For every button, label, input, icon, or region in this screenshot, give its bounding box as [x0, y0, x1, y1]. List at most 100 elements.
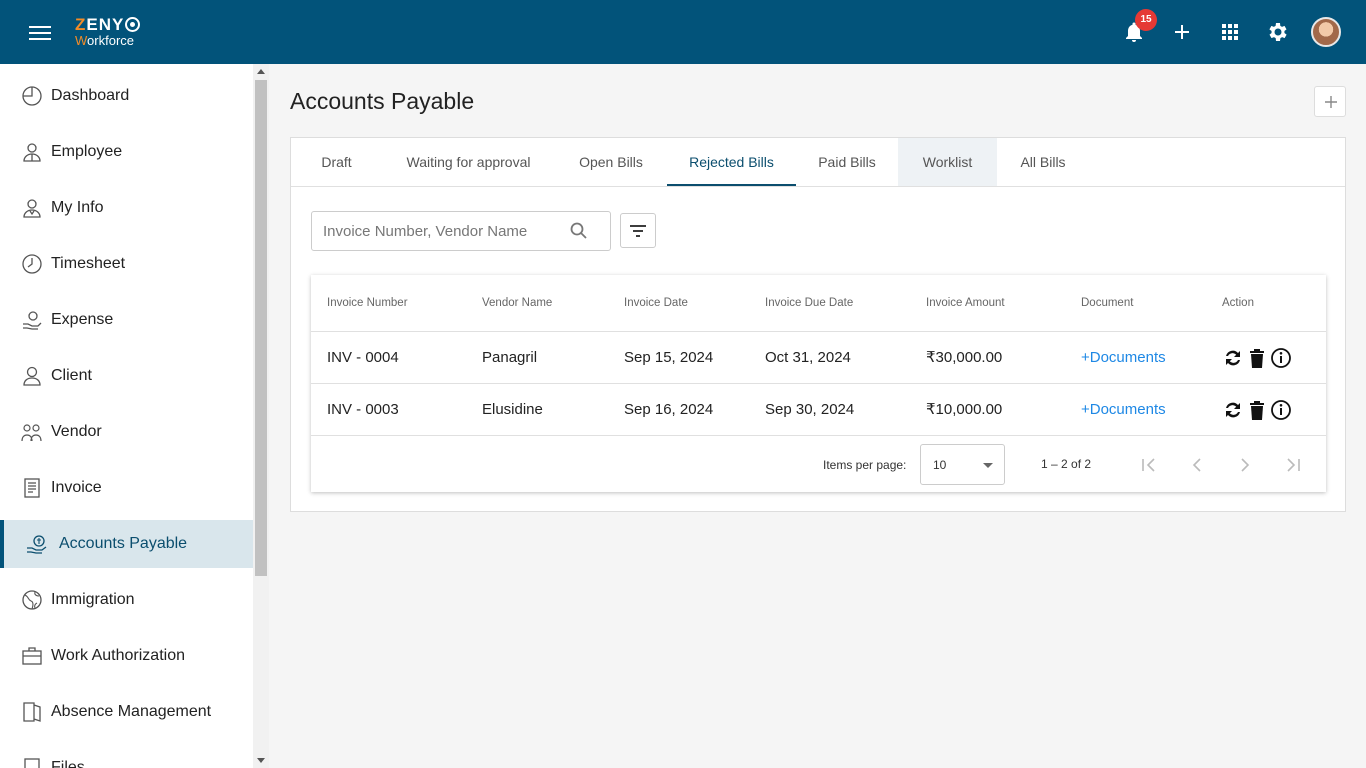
items-per-page-label: Items per page: [823, 458, 907, 472]
sidebar-item-label: Accounts Payable [59, 535, 188, 552]
settings-gear-icon[interactable] [1266, 20, 1290, 44]
user-avatar[interactable] [1311, 17, 1341, 47]
first-page-icon[interactable] [1137, 453, 1161, 477]
sidebar-item-dashboard[interactable]: Dashboard [0, 72, 253, 120]
tab-rejected-bills[interactable]: Rejected Bills [667, 138, 796, 186]
plus-icon[interactable] [1170, 20, 1194, 44]
clock-icon [21, 253, 43, 275]
search-icon[interactable] [569, 221, 589, 246]
notification-badge: 15 [1135, 9, 1157, 31]
last-page-icon[interactable] [1281, 453, 1305, 477]
sidebar-item-label: Absence Management [51, 703, 212, 720]
tab-waiting-for-approval[interactable]: Waiting for approval [382, 138, 555, 186]
page-range-label: 1 – 2 of 2 [1041, 457, 1092, 471]
due-date-cell: Sep 30, 2024 [765, 401, 855, 418]
previous-page-icon[interactable] [1185, 453, 1209, 477]
sidebar-item-label: Immigration [51, 591, 135, 608]
scrollbar-thumb[interactable] [255, 80, 267, 576]
expense-icon [21, 309, 43, 331]
column-header[interactable]: Invoice Amount [926, 275, 1005, 331]
paginator: Items per page: 10 1 – 2 of 2 [311, 435, 1326, 492]
tab-worklist[interactable]: Worklist [898, 138, 997, 186]
invoice-date-cell: Sep 15, 2024 [624, 349, 714, 366]
menu-icon[interactable] [29, 26, 51, 40]
sidebar-item-files[interactable]: Files [0, 744, 253, 768]
resubmit-refresh-icon[interactable] [1222, 399, 1244, 426]
items-per-page-value: 10 [933, 458, 947, 472]
sidebar-scrollbar[interactable] [253, 64, 269, 768]
scroll-down-arrow[interactable] [257, 758, 265, 763]
column-header[interactable]: Invoice Number [327, 275, 408, 331]
invoice-date-cell: Sep 16, 2024 [624, 401, 714, 418]
bills-table: Invoice Number Vendor Name Invoice Date … [311, 275, 1326, 492]
invoice-icon [21, 477, 43, 499]
employee-icon [21, 141, 43, 163]
plus-icon [1325, 96, 1337, 108]
invoice-number-cell: INV - 0004 [327, 349, 399, 366]
documents-link[interactable]: +Documents [1081, 332, 1166, 384]
table-row[interactable]: INV - 0003 Elusidine Sep 16, 2024 Sep 30… [311, 383, 1326, 435]
row-actions [1222, 399, 1294, 421]
vendor-name-cell: Panagril [482, 349, 538, 366]
row-actions [1222, 347, 1294, 369]
accounts-payable-icon [26, 533, 48, 555]
bill-tabs: Draft Waiting for approval Open Bills Re… [291, 138, 1345, 187]
info-icon[interactable] [1270, 399, 1292, 426]
top-app-bar: Z ENY Workforce 15 [0, 0, 1366, 64]
filter-icon [630, 225, 646, 237]
documents-link[interactable]: +Documents [1081, 384, 1166, 436]
info-icon[interactable] [1270, 347, 1292, 374]
sidebar-item-label: Timesheet [51, 255, 126, 272]
tab-open-bills[interactable]: Open Bills [555, 138, 667, 186]
table-row[interactable]: INV - 0004 Panagril Sep 15, 2024 Oct 31,… [311, 331, 1326, 383]
tab-paid-bills[interactable]: Paid Bills [796, 138, 898, 186]
sidebar-item-label: Invoice [51, 479, 102, 496]
sidebar-item-label: Vendor [51, 423, 102, 440]
sidebar-item-vendor[interactable]: Vendor [0, 408, 253, 456]
dashboard-icon [21, 85, 43, 107]
vendor-icon [21, 421, 43, 443]
sidebar-item-work-authorization[interactable]: Work Authorization [0, 632, 253, 680]
search-input[interactable] [312, 212, 562, 250]
sidebar-item-accounts-payable[interactable]: Accounts Payable [0, 520, 253, 568]
scroll-up-arrow[interactable] [257, 69, 265, 74]
sidebar-item-client[interactable]: Client [0, 352, 253, 400]
resubmit-refresh-icon[interactable] [1222, 347, 1244, 374]
sidebar-item-label: Employee [51, 143, 123, 160]
sidebar-item-absence-management[interactable]: Absence Management [0, 688, 253, 736]
vendor-name-cell: Elusidine [482, 401, 543, 418]
sidebar-item-label: Expense [51, 311, 114, 328]
next-page-icon[interactable] [1233, 453, 1257, 477]
sidebar-item-immigration[interactable]: Immigration [0, 576, 253, 624]
tab-all-bills[interactable]: All Bills [997, 138, 1089, 186]
sidebar-item-label: Client [51, 367, 92, 384]
sidebar-item-label: Files [51, 759, 85, 768]
bills-card: Draft Waiting for approval Open Bills Re… [290, 137, 1346, 512]
sidebar-item-expense[interactable]: Expense [0, 296, 253, 344]
column-header[interactable]: Invoice Date [624, 275, 688, 331]
sidebar-item-label: My Info [51, 199, 104, 216]
app-logo[interactable]: Z ENY Workforce [75, 16, 141, 47]
sidebar-item-label: Dashboard [51, 87, 130, 104]
column-header[interactable]: Invoice Due Date [765, 275, 853, 331]
globe-icon [21, 589, 43, 611]
sidebar-item-invoice[interactable]: Invoice [0, 464, 253, 512]
column-header[interactable]: Vendor Name [482, 275, 552, 331]
delete-trash-icon[interactable] [1247, 399, 1267, 426]
items-per-page-select[interactable]: 10 [920, 444, 1005, 485]
sidebar-item-label: Work Authorization [51, 647, 185, 664]
due-date-cell: Oct 31, 2024 [765, 349, 851, 366]
tab-draft[interactable]: Draft [291, 138, 382, 186]
sidebar-item-timesheet[interactable]: Timesheet [0, 240, 253, 288]
sidebar-nav: Dashboard Employee My Info Timesheet Exp… [0, 64, 253, 768]
sidebar-item-employee[interactable]: Employee [0, 128, 253, 176]
add-bill-button[interactable] [1314, 86, 1346, 117]
delete-trash-icon[interactable] [1247, 347, 1267, 374]
files-icon [21, 757, 43, 768]
sidebar-item-my-info[interactable]: My Info [0, 184, 253, 232]
my-info-icon [21, 197, 43, 219]
column-header: Action [1222, 297, 1254, 309]
door-icon [21, 701, 43, 723]
filter-button[interactable] [620, 213, 656, 248]
apps-grid-icon[interactable] [1218, 20, 1242, 44]
